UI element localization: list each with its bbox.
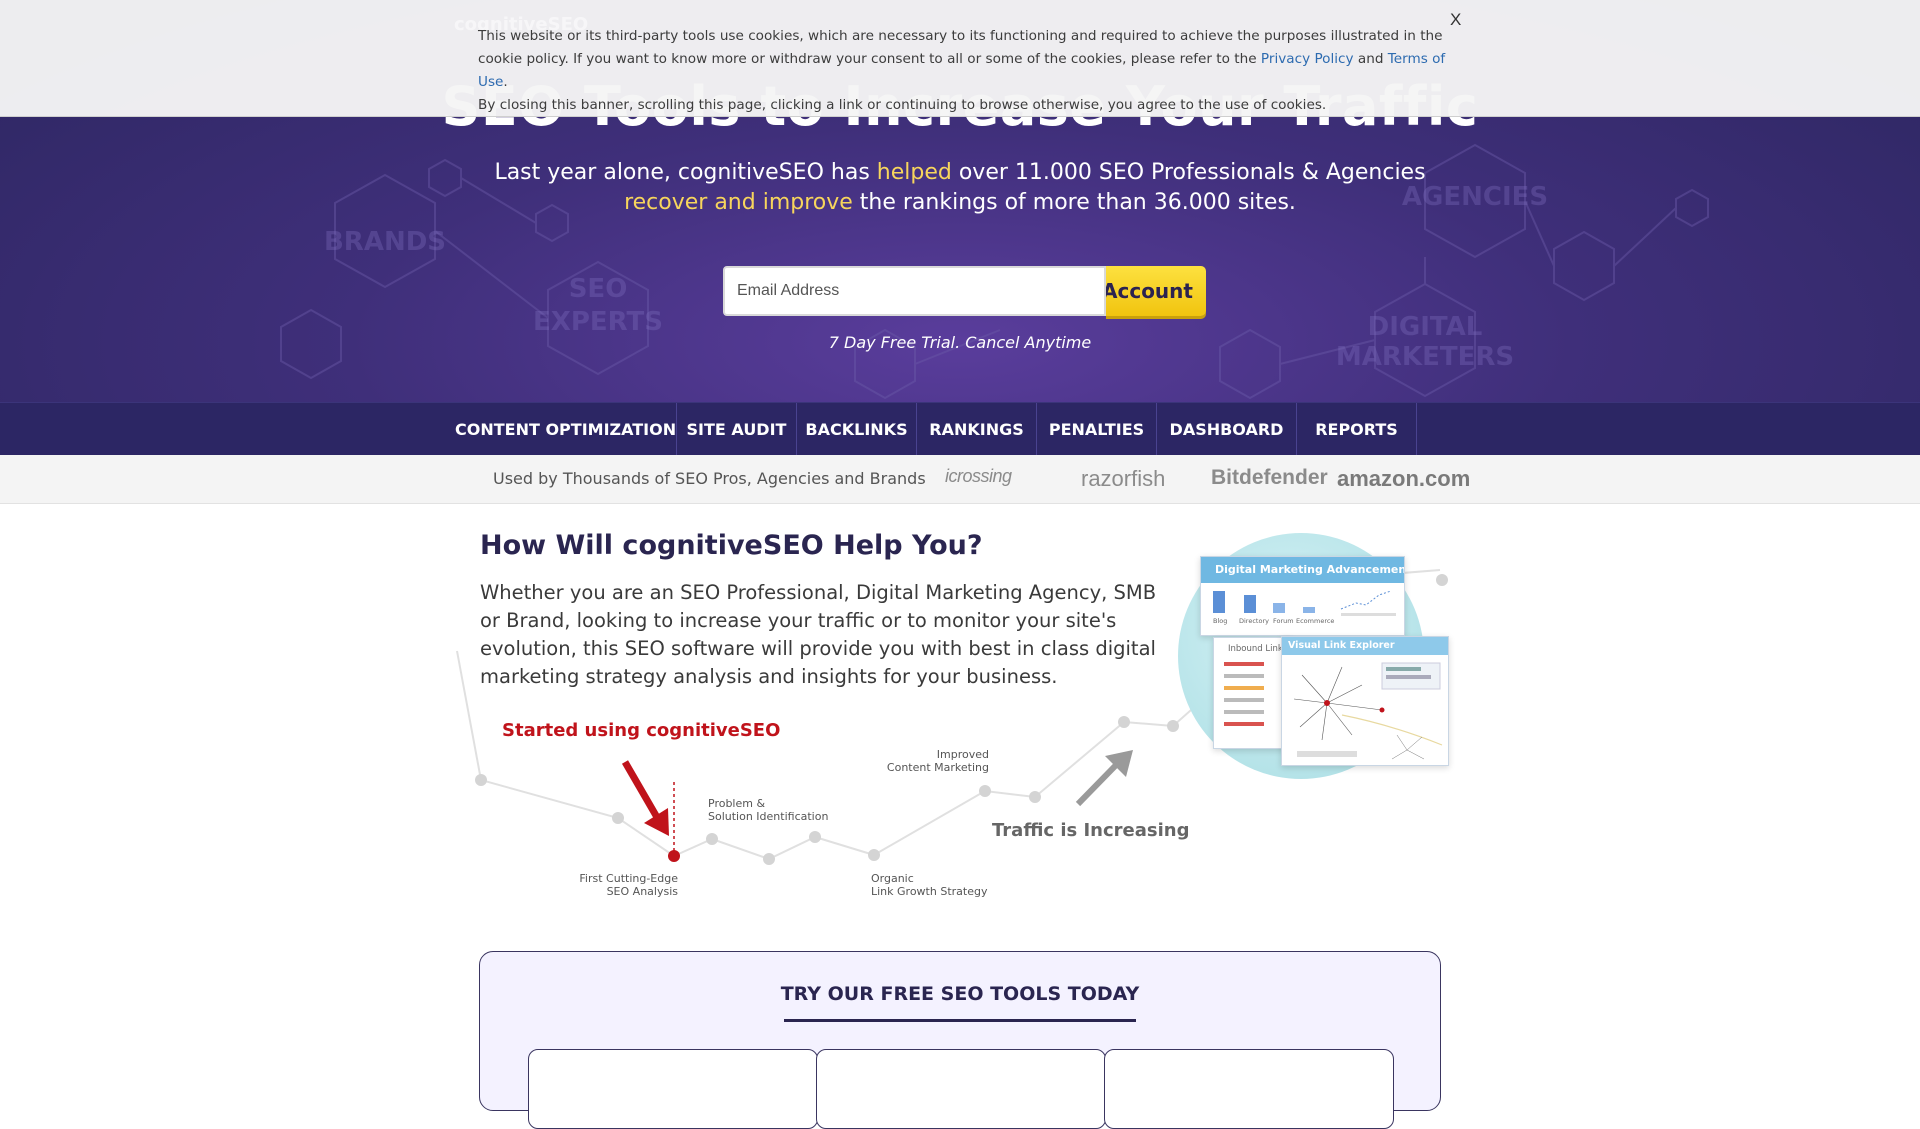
panel-title: Digital Marketing Advancement (1201, 557, 1404, 583)
brand-logo-amazon: amazon.com (1337, 466, 1471, 491)
nav-item-backlinks[interactable]: BACKLINKS (797, 403, 917, 456)
nav-item-dashboard[interactable]: DASHBOARD (1157, 403, 1297, 456)
nav-item-rankings[interactable]: RANKINGS (917, 403, 1037, 456)
subtitle-highlight: helped (876, 160, 952, 185)
bg-label-brands: BRANDS (324, 227, 446, 257)
free-tools-section: TRY OUR FREE SEO TOOLS TODAY (479, 951, 1441, 1129)
brands-bar: Used by Thousands of SEO Pros, Agencies … (0, 455, 1920, 504)
title-underline (784, 1019, 1136, 1022)
cookie-text-part: . (503, 74, 508, 90)
nav-item-site-audit[interactable]: SITE AUDIT (677, 403, 797, 456)
graph-label-line: Content Marketing (886, 761, 989, 774)
tool-card[interactable] (528, 1049, 818, 1129)
graph-label-organic: Organic Link Growth Strategy (871, 872, 987, 898)
graph-label-content: Improved Content Marketing (869, 748, 989, 774)
graph-label-analysis: First Cutting-Edge SEO Analysis (578, 872, 678, 898)
nav-item-reports[interactable]: REPORTS (1297, 403, 1417, 456)
create-account-button[interactable]: Account (1106, 266, 1206, 316)
panel-title: Visual Link Explorer (1282, 637, 1448, 655)
traffic-up-arrow-icon (1075, 750, 1133, 807)
nav-item-content-optimization[interactable]: CONTENT OPTIMIZATION (455, 403, 677, 456)
tool-card[interactable] (816, 1049, 1106, 1129)
brand-logo-icrossing: icrossing (945, 466, 1012, 486)
graph-label-line: Link Growth Strategy (871, 885, 988, 898)
subtitle-text: over 11.000 SEO Professionals & Agencies (951, 160, 1426, 185)
cookie-text-part: By closing this banner, scrolling this p… (478, 97, 1327, 113)
brands-label: Used by Thousands of SEO Pros, Agencies … (493, 469, 926, 488)
link-network-graph (1293, 662, 1443, 760)
cookie-text-part: and (1353, 51, 1388, 67)
graph-label-line: Solution Identification (708, 810, 829, 823)
red-arrow-icon (621, 760, 669, 836)
brand-logo-bitdefender: Bitdefender (1211, 466, 1328, 489)
bar-label: Ecommerce (1296, 617, 1334, 625)
subtitle-text: the rankings of more than 36.000 sites. (852, 190, 1296, 215)
cookie-text: This website or its third-party tools us… (478, 25, 1448, 117)
traffic-label: Traffic is Increasing (992, 820, 1190, 841)
hero-subtitle: Last year alone, cognitiveSEO has helped… (0, 158, 1920, 218)
trial-note: 7 Day Free Trial. Cancel Anytime (828, 333, 1092, 352)
started-label: Started using cognitiveSEO (502, 720, 781, 741)
brand-logo-razorfish: razorfish (1081, 466, 1166, 491)
signup-form: Account (723, 266, 1206, 316)
privacy-policy-link[interactable]: Privacy Policy (1261, 51, 1354, 67)
start-marker (668, 850, 680, 862)
free-tools-title: TRY OUR FREE SEO TOOLS TODAY (780, 983, 1140, 1005)
bar-label: Blog (1213, 617, 1227, 625)
graph-label-line: Improved (936, 748, 989, 761)
bg-label-seo: SEO (569, 274, 628, 304)
subtitle-highlight: recover and improve (624, 190, 853, 215)
bar-label: Directory (1239, 617, 1269, 625)
graph-label-problem: Problem & Solution Identification (708, 797, 828, 823)
product-nav: CONTENT OPTIMIZATION SITE AUDIT BACKLINK… (0, 402, 1920, 456)
email-input[interactable] (723, 266, 1106, 316)
mini-bar-chart: Blog Directory Forum Ecommerce (1213, 590, 1396, 625)
graph-label-line: Problem & (708, 797, 766, 810)
subtitle-text: Last year alone, cognitiveSEO has (494, 160, 877, 185)
cookie-banner: cognitiveSEO This website or its third-p… (0, 0, 1920, 117)
graph-label-line: First Cutting-Edge (579, 872, 678, 885)
nav-item-penalties[interactable]: PENALTIES (1037, 403, 1157, 456)
tool-card[interactable] (1104, 1049, 1394, 1129)
bar-label: Forum (1273, 617, 1294, 625)
graph-label-line: Organic (871, 872, 914, 885)
cookie-close-button[interactable]: X (1450, 10, 1461, 30)
visual-link-explorer-panel: Visual Link Explorer (1281, 636, 1449, 766)
marketing-advancement-panel: Digital Marketing Advancement Blog Direc… (1200, 556, 1405, 636)
graph-label-line: SEO Analysis (606, 885, 678, 898)
